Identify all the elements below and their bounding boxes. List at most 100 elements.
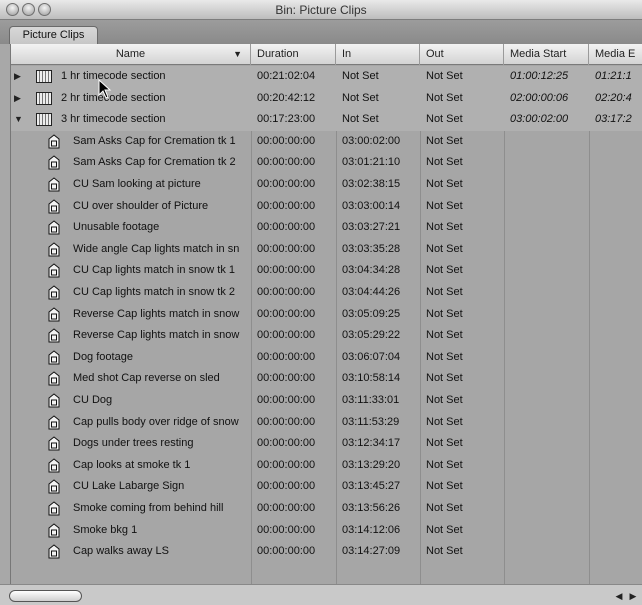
cell-out: Not Set	[426, 221, 463, 234]
cell-media-start: 03:00:02:00	[510, 113, 569, 126]
cell-out: Not Set	[426, 502, 463, 514]
cell-media-start	[506, 174, 589, 196]
cell-name: CU over shoulder of Picture	[73, 199, 209, 212]
cell-name: Smoke bkg 1	[73, 523, 138, 536]
cell-in: Not Set	[342, 113, 379, 126]
column-header-in[interactable]: In	[336, 44, 420, 65]
disclosure-collapsed-icon[interactable]: ▶	[14, 88, 26, 110]
column-header-media-start[interactable]: Media Start	[504, 44, 589, 65]
cell-media-end	[591, 390, 642, 412]
cell-out: Not Set	[426, 156, 463, 169]
cell-media-end: 02:20:4	[595, 91, 632, 104]
cell-name: CU Sam looking at picture	[73, 178, 201, 190]
clip-icon	[48, 458, 60, 473]
column-header-duration[interactable]: Duration	[251, 44, 336, 65]
clip-icon	[48, 414, 60, 430]
cell-media-end	[591, 347, 642, 369]
cell-media-start	[506, 433, 589, 455]
clip-row[interactable]: Wide angle Cap lights match in sn 00:00:0…	[11, 239, 642, 261]
clip-row[interactable]: Sam Asks Cap for Cremation tk 2 00:00:00:…	[11, 152, 642, 174]
clip-icon	[48, 285, 60, 300]
cell-in: 03:13:45:27	[342, 480, 401, 493]
cell-duration: 00:17:23:00	[257, 113, 316, 126]
clip-row[interactable]: Cap looks at smoke tk 1 00:00:00:00 03:13:…	[11, 455, 642, 477]
tab-picture-clips[interactable]: Picture Clips	[9, 26, 98, 44]
cell-media-start	[506, 476, 589, 498]
cell-duration: 00:00:00:00	[257, 264, 316, 277]
cell-duration: 00:00:00:00	[257, 437, 316, 450]
scrollbar-thumb[interactable]	[9, 590, 82, 602]
cell-media-end	[591, 368, 642, 390]
sort-descending-icon[interactable]: ▼	[233, 44, 242, 65]
cell-media-start	[506, 196, 589, 218]
cell-out: Not Set	[426, 415, 463, 428]
column-header-media-end[interactable]: Media E	[589, 44, 642, 65]
cell-out: Not Set	[426, 523, 463, 536]
clip-row[interactable]: Reverse Cap lights match in snow 00:00:00…	[11, 325, 642, 347]
cell-out: Not Set	[426, 91, 463, 104]
disclosure-collapsed-icon[interactable]: ▶	[14, 66, 26, 88]
clip-row[interactable]: CU Sam looking at picture 00:00:00:00 03:0…	[11, 174, 642, 196]
clip-row[interactable]: CU over shoulder of Picture 00:00:00:00 03…	[11, 196, 642, 218]
cell-name: Unusable footage	[73, 221, 160, 234]
cell-duration: 00:00:00:00	[257, 545, 316, 558]
cell-out: Not Set	[426, 480, 463, 493]
horizontal-scrollbar[interactable]: ◀ ▶	[0, 584, 642, 605]
cell-out: Not Set	[426, 545, 463, 558]
cell-media-start: 02:00:00:06	[510, 91, 569, 104]
cell-duration: 00:00:00:00	[257, 178, 316, 190]
cell-media-start	[506, 498, 589, 520]
cell-media-end	[591, 239, 642, 261]
cell-in: 03:03:00:14	[342, 199, 401, 212]
cell-name: Dog footage	[73, 350, 133, 363]
cell-in: 03:13:29:20	[342, 458, 401, 471]
sequence-row[interactable]: ▼ 3 hr timecode section 00:17:23:00 Not Set…	[11, 109, 642, 131]
clip-row[interactable]: Unusable footage 00:00:00:00 03:03:27:21 No…	[11, 217, 642, 239]
cell-duration: 00:00:00:00	[257, 156, 316, 169]
clip-row[interactable]: CU Lake Labarge Sign 00:00:00:00 03:13:45:…	[11, 476, 642, 498]
clip-row[interactable]: CU Cap lights match in snow tk 1 00:00:00…	[11, 260, 642, 282]
column-header-name[interactable]: Name ▼	[11, 44, 251, 65]
title-bar[interactable]: Bin: Picture Clips	[0, 0, 642, 20]
cell-media-start	[506, 304, 589, 326]
cell-in: 03:13:56:26	[342, 502, 401, 514]
cell-in: 03:12:34:17	[342, 437, 401, 450]
cell-out: Not Set	[426, 458, 463, 471]
clip-icon	[48, 328, 60, 343]
cell-duration: 00:00:00:00	[257, 307, 316, 320]
cell-duration: 00:00:00:00	[257, 394, 316, 406]
cell-media-end: 03:17:2	[595, 113, 632, 126]
clip-row[interactable]: Smoke coming from behind hill 00:00:00:00…	[11, 498, 642, 520]
clip-row[interactable]: CU Cap lights match in snow tk 2 00:00:00…	[11, 282, 642, 304]
cell-in: 03:00:02:00	[342, 134, 401, 147]
clip-row[interactable]: Med shot Cap reverse on sled 00:00:00:00 0…	[11, 368, 642, 390]
disclosure-expanded-icon[interactable]: ▼	[14, 109, 26, 131]
cell-media-start	[506, 347, 589, 369]
cell-duration: 00:00:00:00	[257, 286, 316, 298]
scroll-left-icon[interactable]: ◀	[612, 589, 626, 603]
cell-media-end	[591, 131, 642, 153]
clip-icon	[48, 522, 60, 538]
cell-in: 03:05:29:22	[342, 329, 401, 342]
cell-duration: 00:00:00:00	[257, 372, 316, 385]
bin-window: Bin: Picture Clips Picture Clips Name ▼ …	[0, 0, 642, 605]
cell-media-end	[591, 217, 642, 239]
cell-in: 03:10:58:14	[342, 372, 401, 385]
clip-row[interactable]: Cap walks away LS 00:00:00:00 03:14:27:09 N…	[11, 541, 642, 563]
cell-out: Not Set	[426, 286, 463, 298]
cell-in: 03:04:34:28	[342, 264, 401, 277]
clip-row[interactable]: Reverse Cap lights match in snow 00:00:00…	[11, 304, 642, 326]
clip-row[interactable]: Cap pulls body over ridge of snow 00:00:0…	[11, 412, 642, 434]
table-header: Name ▼ Duration In Out Media Start Media…	[11, 44, 642, 65]
clip-row[interactable]: CU Dog 00:00:00:00 03:11:33:01 Not Set	[11, 390, 642, 412]
clip-row[interactable]: Smoke bkg 1 00:00:00:00 03:14:12:06 Not Set	[11, 520, 642, 542]
cell-duration: 00:00:00:00	[257, 329, 316, 342]
clip-icon	[48, 198, 60, 214]
column-header-out[interactable]: Out	[420, 44, 504, 65]
scroll-right-icon[interactable]: ▶	[626, 589, 640, 603]
clip-row[interactable]: Sam Asks Cap for Cremation tk 1 00:00:00:…	[11, 131, 642, 153]
clip-icon	[48, 501, 60, 516]
cell-in: 03:06:07:04	[342, 350, 401, 363]
clip-row[interactable]: Dogs under trees resting 00:00:00:00 03:12…	[11, 433, 642, 455]
clip-row[interactable]: Dog footage 00:00:00:00 03:06:07:04 Not Set	[11, 347, 642, 369]
